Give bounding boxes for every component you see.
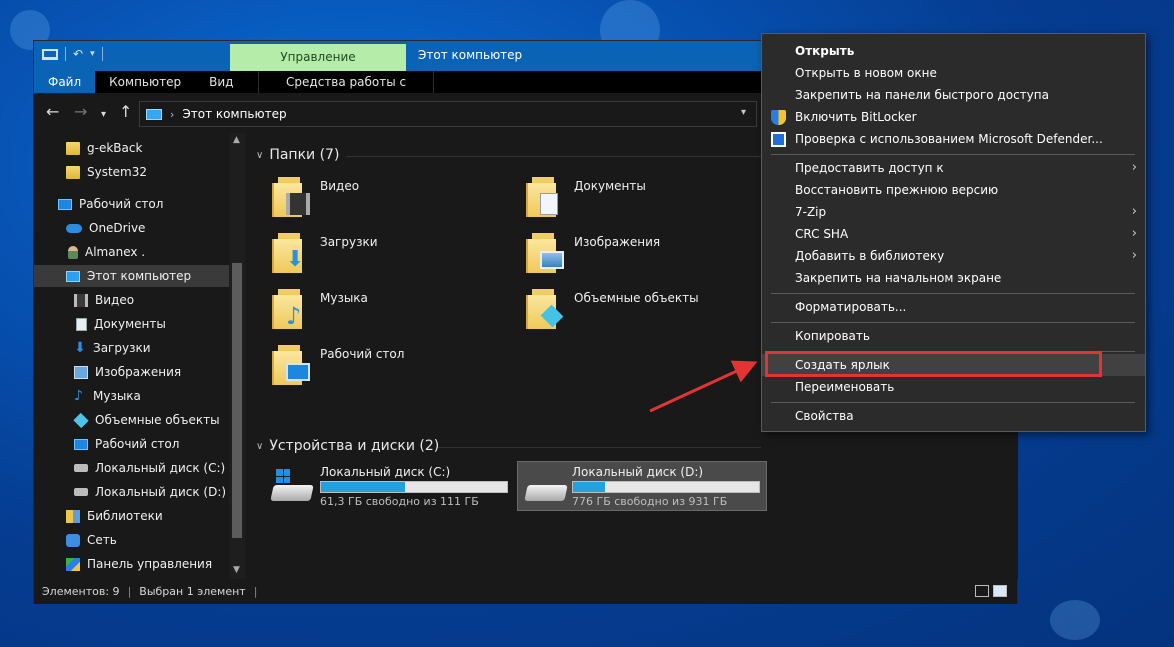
annotation-arrow — [649, 360, 758, 413]
